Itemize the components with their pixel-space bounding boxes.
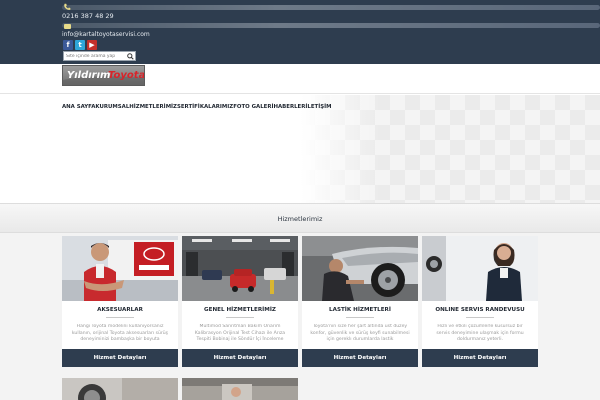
twitter-icon[interactable]: t — [75, 40, 85, 50]
card-description: Hangi Toyota modelini kullanıyorsanız ku… — [71, 324, 169, 342]
hero-fade — [300, 95, 380, 203]
search-box — [63, 51, 136, 61]
card-title: ONLINE SERVIS RANDEVUSU — [435, 307, 525, 313]
youtube-icon[interactable]: ▶ — [87, 40, 97, 50]
main-nav: ANA SAYFA KURUMSAL HİZMETLERİMİZ SERTİFİ… — [62, 104, 331, 110]
workshop-image[interactable] — [182, 236, 298, 301]
card-description: Hızlı ve etkili çözümlerle kusursuz bir … — [436, 324, 524, 342]
service-details-button[interactable]: Hizmet Detayları — [302, 349, 418, 367]
nav-item-corporate[interactable]: KURUMSAL — [95, 104, 129, 110]
search-input[interactable] — [64, 52, 126, 60]
accessories-image[interactable] — [62, 236, 178, 301]
divider — [346, 317, 374, 318]
appointment-image[interactable] — [422, 236, 538, 301]
logo-text-toyota: Toyota — [108, 70, 145, 81]
service-card-partial[interactable] — [182, 378, 298, 400]
hero-area: ANA SAYFA KURUMSAL HİZMETLERİMİZ SERTİFİ… — [0, 95, 600, 203]
service-card-partial[interactable] — [62, 378, 178, 400]
nav-item-news[interactable]: HABERLER — [274, 104, 306, 110]
nav-item-gallery[interactable]: FOTO GALERİ — [233, 104, 273, 110]
top-bar: 0216 387 48 29 info@kartaltoyotaservisi.… — [0, 0, 600, 64]
card-title: GENEL HİZMETLERİMİZ — [204, 307, 276, 313]
service-details-button[interactable]: Hizmet Detayları — [62, 349, 178, 367]
divider — [106, 317, 134, 318]
facebook-icon[interactable]: f — [63, 40, 73, 50]
section-title: Hizmetlerimiz — [277, 215, 323, 223]
phone-number[interactable]: 0216 387 48 29 — [62, 12, 114, 20]
nav-item-contact[interactable]: İLETİŞİM — [305, 104, 331, 110]
logo-row: Yıldırım Toyota — [0, 64, 600, 94]
card-description: Toyota'nın size her şart altında üst düz… — [310, 324, 410, 342]
card-title: LASTİK HİZMETLERİ — [329, 307, 391, 313]
decorative-stripe — [62, 5, 600, 10]
service-details-button[interactable]: Hizmet Detayları — [422, 349, 538, 367]
service-card-general: GENEL HİZMETLERİMİZ Multimod Sanrıtman B… — [182, 236, 298, 367]
decorative-stripe — [62, 23, 600, 28]
search-icon — [126, 52, 134, 60]
card-description: Multimod Sanrıtman Bakım Onarım Kalibras… — [194, 324, 286, 342]
search-button[interactable] — [125, 52, 135, 60]
tire-service-image[interactable] — [302, 236, 418, 301]
phone-icon — [64, 3, 71, 10]
service-card-appointment: ONLINE SERVIS RANDEVUSU Hızlı ve etkili … — [422, 236, 538, 367]
divider — [226, 317, 254, 318]
divider — [466, 317, 494, 318]
service-card-tires: LASTİK HİZMETLERİ Toyota'nın size her şa… — [302, 236, 418, 367]
email-address[interactable]: info@kartaltoyotaservisi.com — [62, 31, 150, 38]
nav-item-services[interactable]: HİZMETLERİMİZ — [129, 104, 177, 110]
services-header: Hizmetlerimiz — [0, 203, 600, 233]
logo-text-yildirim: Yıldırım — [67, 70, 111, 81]
email-icon — [64, 24, 71, 29]
nav-item-home[interactable]: ANA SAYFA — [62, 104, 95, 110]
service-details-button[interactable]: Hizmet Detayları — [182, 349, 298, 367]
service-card-accessories: AKSESUARLAR Hangi Toyota modelini kullan… — [62, 236, 178, 367]
page: 0216 387 48 29 info@kartaltoyotaservisi.… — [0, 0, 600, 400]
card-title: AKSESUARLAR — [97, 307, 143, 313]
nav-item-certificates[interactable]: SERTİFİKALARIMIZ — [177, 104, 233, 110]
site-logo[interactable]: Yıldırım Toyota — [62, 65, 145, 86]
